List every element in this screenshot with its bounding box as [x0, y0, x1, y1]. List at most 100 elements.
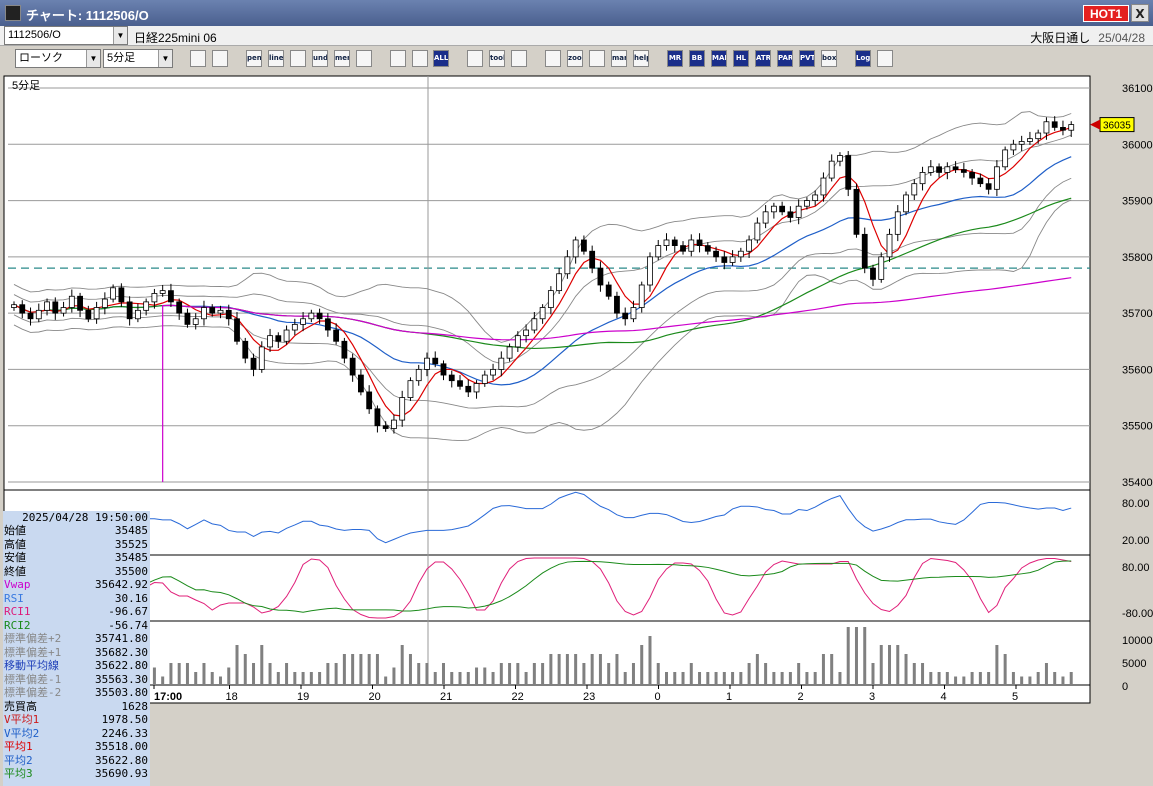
tool-search-button[interactable]: [190, 50, 206, 67]
tool-log-button[interactable]: Log: [855, 50, 871, 67]
candle-body: [696, 239, 703, 247]
info-value: 35485: [114, 524, 148, 537]
exchange-name: 大阪日通し: [1030, 31, 1091, 45]
volume-bar: [1061, 676, 1065, 685]
timeframe-select[interactable]: 5分足 ▼: [103, 49, 173, 68]
chart-date: 25/04/28: [1098, 31, 1145, 45]
symbol-select[interactable]: 1112506/O ▼: [4, 26, 128, 45]
time-tick-label: 0: [655, 691, 661, 703]
tool-par-button[interactable]: PAR: [777, 50, 793, 67]
tool-tool-button[interactable]: tool: [489, 50, 505, 67]
price-tick-label: 36000: [1122, 139, 1153, 151]
tool-trash-button[interactable]: [356, 50, 372, 67]
candle-body: [366, 391, 373, 410]
candle-body: [143, 301, 150, 311]
volume-bar: [466, 672, 470, 685]
tool-window-button[interactable]: [212, 50, 228, 67]
tool-zoom-button[interactable]: zoom: [567, 50, 583, 67]
tool-candle2-button[interactable]: [412, 50, 428, 67]
hot-button[interactable]: HOT1: [1083, 5, 1129, 22]
rci-tick-label: 80.00: [1122, 562, 1150, 574]
volume-bar: [1069, 672, 1073, 685]
candle-body: [60, 307, 67, 314]
volume-bar: [351, 654, 355, 685]
tool-undo-button[interactable]: undo: [312, 50, 328, 67]
volume-tick-label: 0: [1122, 681, 1128, 693]
volume-bar: [243, 654, 247, 685]
tool-config-button[interactable]: [467, 50, 483, 67]
info-label: 移動平均線: [4, 659, 59, 672]
volume-bar: [995, 645, 999, 685]
info-row: RCI2 -56.74: [3, 619, 150, 632]
info-row: 平均2 35622.80: [3, 754, 150, 767]
volume-bar: [954, 676, 958, 685]
info-value: 35563.30: [95, 672, 148, 686]
close-button[interactable]: X: [1131, 4, 1149, 22]
volume-bar: [1036, 672, 1040, 685]
tool-mr-button[interactable]: MR: [667, 50, 683, 67]
chevron-down-icon[interactable]: ▼: [158, 50, 172, 67]
tool-box-button[interactable]: box: [821, 50, 837, 67]
chevron-down-icon[interactable]: ▼: [86, 50, 100, 67]
tool-line-button[interactable]: line: [268, 50, 284, 67]
tool-export-button[interactable]: [545, 50, 561, 67]
chart-area[interactable]: 36100 36000 35900 35800 35700 35600 35500 35400…: [0, 73, 1153, 786]
volume-bar: [417, 663, 421, 685]
candle-body: [481, 374, 488, 384]
candle-body: [572, 239, 579, 258]
info-label: 平均3: [4, 767, 33, 780]
tool-help-button[interactable]: help: [633, 50, 649, 67]
candle-body: [936, 166, 942, 173]
time-tick-label: 18: [226, 691, 238, 703]
tool-candle1-button[interactable]: [390, 50, 406, 67]
chevron-down-icon[interactable]: ▼: [113, 27, 127, 44]
info-value: -96.67: [108, 605, 148, 618]
volume-bar: [582, 663, 586, 685]
tool-cursor-button[interactable]: [290, 50, 306, 67]
candle-body: [985, 183, 992, 190]
chart-type-value: ローソク: [19, 52, 63, 64]
volume-bar: [161, 676, 165, 685]
volume-bar: [764, 663, 768, 685]
price-tick-label: 35800: [1122, 252, 1153, 264]
volume-bar: [549, 654, 553, 685]
tool-indicators-button[interactable]: [589, 50, 605, 67]
tool-atr-button[interactable]: ATR: [755, 50, 771, 67]
time-tick-label: 2: [798, 691, 804, 703]
volume-bar: [962, 676, 966, 685]
chart-type-select[interactable]: ローソク ▼: [15, 49, 101, 68]
candle-body: [804, 200, 810, 207]
volume-bar: [268, 663, 272, 685]
candle-body: [977, 177, 984, 185]
tool-all-button[interactable]: ALL: [433, 50, 449, 67]
candle-body: [969, 172, 976, 179]
candle-body: [721, 256, 728, 263]
volume-bar: [318, 672, 322, 685]
candle-body: [341, 340, 348, 359]
candle-body: [845, 155, 852, 190]
tool-memo-button[interactable]: memo: [334, 50, 350, 67]
candle-body: [523, 329, 529, 337]
info-label: RSI: [4, 591, 24, 605]
tool-color-button[interactable]: [511, 50, 527, 67]
price-tick-label: 35600: [1122, 364, 1153, 376]
volume-bar: [929, 672, 933, 685]
info-row: Vwap 35642.92: [3, 578, 150, 591]
candle-body: [514, 335, 521, 348]
tool-pen-button[interactable]: pen: [246, 50, 262, 67]
tool-hl-button[interactable]: HL: [733, 50, 749, 67]
candle-body: [27, 312, 34, 320]
tool-bb-button[interactable]: BB: [689, 50, 705, 67]
candle-body: [440, 363, 447, 376]
tool-window2-button[interactable]: [877, 50, 893, 67]
tool-mae-button[interactable]: MAE: [711, 50, 727, 67]
price-tick-label: 36100: [1122, 83, 1153, 95]
tool-mark-button[interactable]: mark: [611, 50, 627, 67]
tool-pvt-button[interactable]: PVT: [799, 50, 815, 67]
info-label: 平均1: [4, 740, 33, 753]
volume-bar: [788, 672, 792, 685]
volume-bar: [252, 663, 256, 685]
volume-bar: [665, 672, 669, 685]
candle-body: [861, 233, 868, 269]
info-row: RSI 30.16: [3, 592, 150, 605]
